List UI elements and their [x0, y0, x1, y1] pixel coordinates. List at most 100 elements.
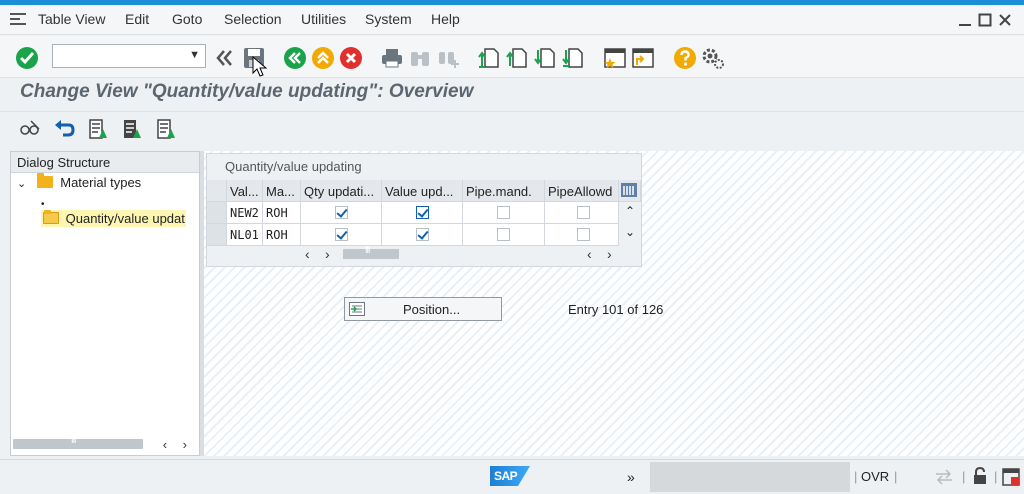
- column-header-qty-updating[interactable]: Qty updati...: [301, 180, 382, 202]
- row-selector[interactable]: [207, 202, 227, 224]
- help-icon[interactable]: [673, 46, 697, 70]
- menu-selection[interactable]: Selection: [224, 11, 282, 27]
- column-header-pipe-mand[interactable]: Pipe.mand.: [463, 180, 545, 202]
- pipe-mand-checkbox[interactable]: [497, 228, 510, 241]
- status-bar: SAP » | OVR | | |: [0, 459, 1024, 494]
- menu-edit[interactable]: Edit: [125, 11, 149, 27]
- value-updating-checkbox[interactable]: [416, 206, 429, 219]
- display-change-icon[interactable]: [19, 118, 41, 140]
- dialog-structure-pane: Dialog Structure ⌄ Material types • Quan…: [10, 151, 200, 456]
- table-cell-qty: [301, 224, 382, 246]
- print-icon[interactable]: [380, 46, 404, 70]
- table-cell-qty: [301, 202, 382, 224]
- tree-node-material-types[interactable]: ⌄ Material types: [17, 173, 142, 195]
- pipe-allowed-checkbox[interactable]: [577, 206, 590, 219]
- scroll-right-icon[interactable]: ›: [325, 246, 330, 262]
- scroll-left-icon[interactable]: ‹: [305, 246, 310, 262]
- qty-updating-checkbox[interactable]: [335, 206, 348, 219]
- position-button[interactable]: Position...: [344, 297, 502, 321]
- back-icon[interactable]: [283, 46, 307, 70]
- menu-table-view[interactable]: Table View: [38, 11, 105, 27]
- scroll-right-icon[interactable]: ›: [607, 246, 612, 262]
- table-cell-value: [382, 202, 463, 224]
- application-toolbar: [0, 112, 1024, 148]
- table-cell-pipe-mand: [463, 202, 545, 224]
- chevron-down-icon[interactable]: ▼: [189, 49, 200, 61]
- table-cell-val: NL01: [227, 224, 263, 246]
- column-settings-icon[interactable]: [619, 180, 641, 202]
- column-header-pipe-allowed[interactable]: PipeAllowd: [545, 180, 619, 202]
- pipe-mand-checkbox[interactable]: [497, 206, 510, 219]
- table-cell-ma: ROH: [263, 224, 301, 246]
- mouse-cursor-icon: [252, 56, 268, 77]
- settings-gear-icon[interactable]: [701, 46, 725, 70]
- table-caption: Quantity/value updating: [225, 159, 362, 174]
- find-next-icon[interactable]: [436, 46, 460, 70]
- standard-toolbar: ▼: [0, 36, 1024, 78]
- lock-icon[interactable]: [972, 467, 988, 485]
- first-page-icon[interactable]: [477, 46, 501, 70]
- maximize-icon[interactable]: [978, 13, 992, 27]
- previous-page-icon[interactable]: [505, 46, 529, 70]
- scroll-up-icon[interactable]: ⌃: [619, 202, 641, 224]
- sap-logo: SAP: [490, 466, 530, 486]
- main-content-area: Quantity/value updating Val... Ma... Qty…: [204, 151, 1024, 456]
- close-icon[interactable]: [998, 13, 1012, 27]
- delete-entries-icon[interactable]: [155, 118, 177, 140]
- status-separator: |: [854, 469, 858, 484]
- insert-mode-indicator: OVR: [861, 469, 890, 484]
- tree-node-selected: Quantity/value updat: [41, 210, 186, 227]
- horizontal-scrollbar[interactable]: [13, 435, 143, 449]
- scroll-down-icon[interactable]: ⌄: [619, 224, 641, 246]
- cancel-icon[interactable]: [339, 46, 363, 70]
- new-session-icon[interactable]: [603, 46, 627, 70]
- command-field[interactable]: ▼: [52, 44, 206, 68]
- find-icon[interactable]: [408, 46, 432, 70]
- status-separator: |: [962, 469, 966, 484]
- open-folder-icon: [43, 210, 59, 224]
- new-entries-icon[interactable]: [87, 118, 109, 140]
- layout-icon[interactable]: [1002, 468, 1020, 486]
- row-selector[interactable]: [207, 224, 227, 246]
- position-icon: [349, 302, 365, 316]
- double-chevron-left-icon[interactable]: [212, 46, 236, 70]
- expand-status-icon[interactable]: »: [627, 469, 635, 485]
- row-selector-header[interactable]: [207, 180, 227, 202]
- pipe-allowed-checkbox[interactable]: [577, 228, 590, 241]
- column-header-val[interactable]: Val...: [227, 180, 263, 202]
- value-updating-checkbox[interactable]: [416, 228, 429, 241]
- enter-checkmark-icon[interactable]: [15, 46, 39, 70]
- qty-updating-checkbox[interactable]: [335, 228, 348, 241]
- shortcut-icon[interactable]: [631, 46, 655, 70]
- menu-help[interactable]: Help: [431, 11, 460, 27]
- copy-as-icon[interactable]: [121, 118, 143, 140]
- menu-goto[interactable]: Goto: [172, 11, 202, 27]
- next-page-icon[interactable]: [533, 46, 557, 70]
- screen-title-bar: Change View "Quantity/value updating": O…: [0, 78, 1024, 112]
- dialog-structure-header: Dialog Structure: [11, 152, 199, 173]
- redacted-system-info: [650, 462, 850, 492]
- menu-icon[interactable]: [10, 13, 26, 25]
- column-header-ma[interactable]: Ma...: [263, 180, 301, 202]
- column-header-value-updating[interactable]: Value upd...: [382, 180, 463, 202]
- scroll-arrows[interactable]: ‹ ›: [163, 437, 193, 452]
- minimize-icon[interactable]: [958, 13, 972, 27]
- menu-utilities[interactable]: Utilities: [301, 11, 346, 27]
- tree-node-quantity-value-updating[interactable]: • Quantity/value updat: [41, 195, 199, 227]
- bullet-icon: •: [41, 199, 45, 210]
- table-cell-val: NEW2: [227, 202, 263, 224]
- folder-icon: [36, 173, 53, 188]
- menu-system[interactable]: System: [365, 11, 412, 27]
- status-separator: |: [994, 469, 998, 484]
- scroll-left-icon[interactable]: ‹: [587, 246, 592, 262]
- tree-node-label: Material types: [60, 175, 142, 190]
- menu-bar: Table View Edit Goto Selection Utilities…: [0, 5, 1024, 35]
- table-horizontal-scrollbar[interactable]: [343, 245, 399, 259]
- page-title: Change View "Quantity/value updating": O…: [20, 81, 474, 102]
- exit-icon[interactable]: [311, 46, 335, 70]
- chevron-down-icon[interactable]: ⌄: [17, 177, 29, 190]
- last-page-icon[interactable]: [561, 46, 585, 70]
- table-cell-pipe-allowed: [545, 202, 619, 224]
- undo-icon[interactable]: [53, 118, 75, 140]
- table-cell-ma: ROH: [263, 202, 301, 224]
